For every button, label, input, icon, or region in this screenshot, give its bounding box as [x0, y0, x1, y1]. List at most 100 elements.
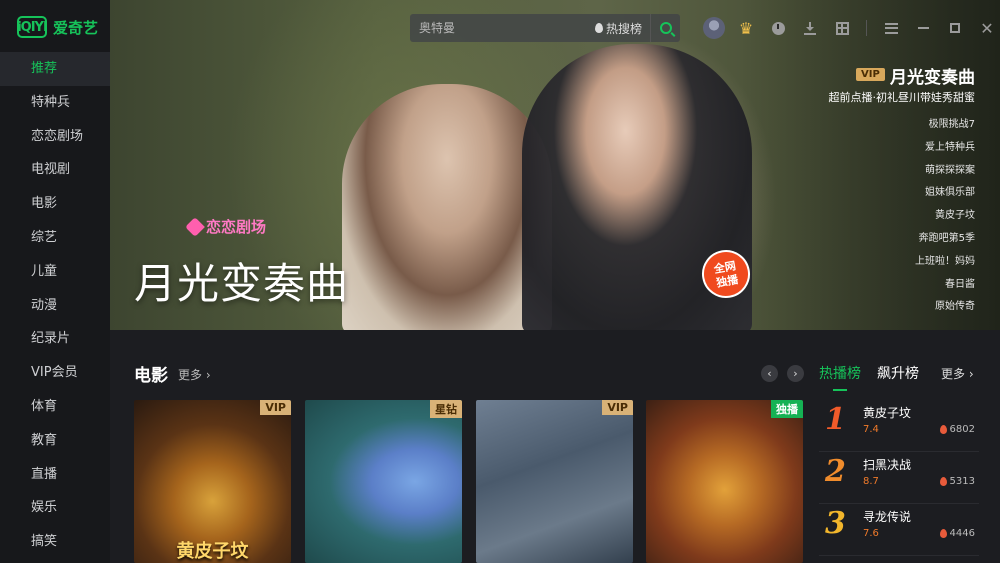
- ranking-item[interactable]: 1 黄皮子坟 7.4 6802: [819, 400, 979, 452]
- hero-calligraphy-title: 月光变奏曲: [134, 259, 350, 308]
- section-more-label: 更多: [178, 368, 203, 382]
- minimize-icon: [917, 27, 929, 29]
- clock-icon: [771, 21, 785, 35]
- sidebar-item-comedy[interactable]: 搞笑: [0, 525, 110, 559]
- vip-tag: VIP: [602, 400, 633, 415]
- sidebar-item-romance-theater[interactable]: 恋恋剧场: [0, 120, 110, 154]
- hero-list-item[interactable]: 萌探探探案: [915, 160, 975, 183]
- sidebar-item-tv-series[interactable]: 电视剧: [0, 153, 110, 187]
- ranking-list: 1 黄皮子坟 7.4 6802 2 扫黑决战 8.7 5313 3 寻龙传说 7…: [819, 400, 979, 556]
- hero-list-item[interactable]: 黄皮子坟: [915, 205, 975, 228]
- title-bar-controls: ♛ ✕: [698, 16, 1000, 40]
- sidebar-nav: 推荐 特种兵 恋恋剧场 电视剧 电影 综艺 儿童 动漫 纪录片 VIP会员 体育…: [0, 52, 110, 559]
- rank-score: 7.6: [863, 528, 879, 539]
- movie-poster[interactable]: VIP: [476, 400, 633, 563]
- hero-title[interactable]: 月光变奏曲: [890, 63, 975, 88]
- rank-heat: 6802: [939, 424, 975, 435]
- rank-heat-value: 4446: [949, 528, 975, 539]
- rank-title: 黄皮子坟: [863, 406, 912, 420]
- tab-hot-ranking[interactable]: 热播榜: [819, 363, 861, 391]
- sidebar-item-special-forces[interactable]: 特种兵: [0, 86, 110, 120]
- sidebar-item-vip[interactable]: VIP会员: [0, 356, 110, 390]
- vip-tag: VIP: [260, 400, 291, 415]
- ranking-more-link[interactable]: 更多 ›: [941, 365, 974, 382]
- movie-poster[interactable]: 星钻: [305, 400, 462, 563]
- apps-button[interactable]: [826, 16, 858, 40]
- hot-search-button[interactable]: 热搜榜: [594, 20, 650, 37]
- menu-button[interactable]: [875, 16, 907, 40]
- hero-list-item[interactable]: 爱上特种兵: [915, 137, 975, 160]
- theater-badge-label: 恋恋剧场: [206, 218, 267, 236]
- rank-score: 7.4: [863, 424, 879, 435]
- search-input[interactable]: [410, 14, 595, 42]
- hero-list-item[interactable]: 姐妹俱乐部: [915, 182, 975, 205]
- close-button[interactable]: ✕: [971, 16, 1000, 40]
- movie-poster[interactable]: 独播: [646, 400, 803, 563]
- sidebar-item-documentary[interactable]: 纪录片: [0, 322, 110, 356]
- flame-icon: [594, 23, 603, 33]
- hot-search-label: 热搜榜: [605, 21, 642, 36]
- download-button[interactable]: [794, 16, 826, 40]
- sidebar-item-sports[interactable]: 体育: [0, 390, 110, 424]
- maximize-icon: [950, 23, 960, 33]
- theater-badge: 恋恋剧场: [185, 216, 267, 237]
- movie-poster[interactable]: VIP 黄皮子坟: [134, 400, 291, 563]
- rank-heat-value: 5313: [949, 476, 975, 487]
- sidebar-item-entertainment[interactable]: 娱乐: [0, 491, 110, 525]
- sidebar-item-recommend[interactable]: 推荐: [0, 52, 110, 86]
- sidebar-item-movies[interactable]: 电影: [0, 187, 110, 221]
- hero-list-item[interactable]: 春日酱: [915, 274, 975, 297]
- hero-list-item[interactable]: 上班啦！妈妈: [915, 251, 975, 274]
- exclusive-tag: 独播: [771, 400, 803, 418]
- logo[interactable]: iQIYI 爱奇艺: [17, 14, 98, 40]
- grid-icon: [835, 21, 849, 35]
- chevron-right-icon: ›: [968, 367, 974, 381]
- close-icon: ✕: [980, 18, 994, 38]
- star-diamond-tag: 星钻: [430, 400, 462, 418]
- rank-title: 扫黑决战: [863, 458, 912, 472]
- hero-list-item[interactable]: 奔跑吧第5季: [915, 228, 975, 251]
- download-icon: [804, 21, 816, 35]
- hero-list-item[interactable]: 极限挑战7: [915, 114, 975, 137]
- rank-heat: 4446: [939, 528, 975, 539]
- avatar: [703, 17, 725, 39]
- sidebar-item-variety[interactable]: 综艺: [0, 221, 110, 255]
- crown-icon: ♛: [738, 18, 754, 38]
- ranking-more-label: 更多: [941, 367, 966, 381]
- rank-number: 2: [825, 454, 846, 489]
- fire-icon: [939, 477, 947, 486]
- heart-icon: [185, 216, 205, 237]
- hero-actress-image: [342, 84, 552, 330]
- fire-icon: [939, 529, 947, 538]
- history-button[interactable]: [762, 16, 794, 40]
- search-button[interactable]: [650, 14, 680, 42]
- hero-subtitle: 超前点播·初礼昼川带娃秀甜蜜: [828, 91, 976, 104]
- fire-icon: [939, 425, 947, 434]
- minimize-button[interactable]: [907, 16, 939, 40]
- logo-mark: iQIYI: [17, 16, 48, 38]
- hero-list-item[interactable]: 原始传奇: [915, 296, 975, 319]
- sidebar-item-kids[interactable]: 儿童: [0, 255, 110, 289]
- rank-title: 寻龙传说: [863, 510, 912, 524]
- tab-rising-ranking[interactable]: 飙升榜: [877, 363, 919, 383]
- ranking-item[interactable]: 3 寻龙传说 7.6 4446: [819, 504, 979, 556]
- rank-number: 3: [825, 506, 846, 541]
- sidebar-item-anime[interactable]: 动漫: [0, 289, 110, 323]
- section-more-link[interactable]: 更多 ›: [178, 366, 211, 383]
- ranking-item[interactable]: 2 扫黑决战 8.7 5313: [819, 452, 979, 504]
- poster-title: 黄皮子坟: [176, 541, 249, 562]
- avatar-button[interactable]: [698, 16, 730, 40]
- prev-arrow-button[interactable]: ‹: [761, 365, 778, 382]
- sidebar-item-live[interactable]: 直播: [0, 458, 110, 492]
- section-title: 电影: [134, 366, 168, 386]
- vip-crown-button[interactable]: ♛: [730, 16, 762, 40]
- rank-score: 8.7: [863, 476, 879, 487]
- maximize-button[interactable]: [939, 16, 971, 40]
- rank-number: 1: [825, 402, 846, 437]
- next-arrow-button[interactable]: ›: [787, 365, 804, 382]
- hero-banner[interactable]: 恋恋剧场 月光变奏曲 全网 独播 VIP 月光变奏曲 超前点播·初礼昼川带娃秀甜…: [110, 0, 1000, 330]
- divider: [866, 20, 867, 36]
- app-window: iQIYI 爱奇艺 推荐 特种兵 恋恋剧场 电视剧 电影 综艺 儿童 动漫 纪录…: [0, 0, 1000, 563]
- sidebar-item-education[interactable]: 教育: [0, 424, 110, 458]
- hero-vip-badge: VIP: [856, 68, 885, 81]
